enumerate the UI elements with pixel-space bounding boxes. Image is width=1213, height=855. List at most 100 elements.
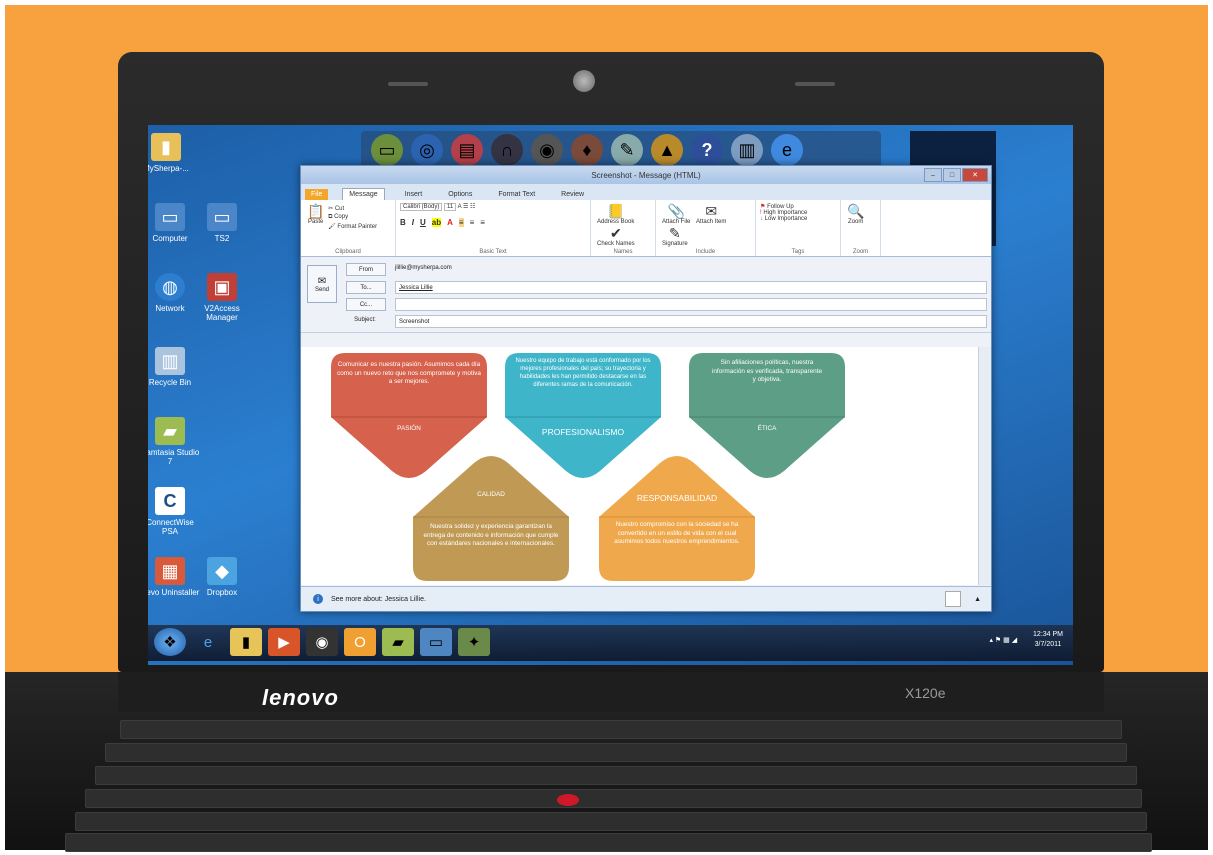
taskbar-remote-icon[interactable]: ▭ [420, 628, 452, 656]
desktop-icon-camtasia[interactable]: ▰Camtasia Studio 7 [148, 417, 200, 466]
bold-icon[interactable]: B [400, 218, 406, 227]
signature-button[interactable]: ✎ Signature [662, 225, 688, 247]
check-names-icon: ✔ [609, 225, 622, 241]
expand-pane-icon[interactable]: ▲ [974, 596, 981, 603]
key-row-6 [65, 833, 1152, 852]
close-button[interactable]: ✕ [962, 168, 988, 182]
clock-time[interactable]: 12:34 PM [1033, 630, 1063, 640]
taskbar-ie-icon[interactable]: e [192, 628, 224, 656]
maximize-button[interactable]: □ [943, 168, 961, 182]
include-group: 📎 Attach File ✉ Attach Item ✎ Signature Inc… [656, 200, 756, 256]
subject-field[interactable]: Screenshot [395, 315, 987, 328]
tab-message[interactable]: Message [342, 188, 385, 200]
highlight-icon[interactable]: ab [431, 218, 442, 227]
paperclip-icon: 📎 [667, 203, 685, 219]
address-book-button[interactable]: 📒 Address Book [597, 203, 634, 225]
calidad-text: Nuestra solidez y experiencia garantizan… [423, 523, 559, 548]
attach-file-button[interactable]: 📎 Attach File [662, 203, 690, 225]
font-color-icon[interactable]: A [447, 218, 453, 227]
taskbar-explorer-icon[interactable]: ▮ [230, 628, 262, 656]
to-button[interactable]: To... [346, 281, 386, 294]
dock-headphones-icon[interactable]: ∩ [491, 134, 523, 166]
low-importance-button[interactable]: ↓ Low Importance [760, 216, 836, 222]
dock-trash-icon[interactable]: ▥ [731, 134, 763, 166]
desktop-icon-dropbox[interactable]: ◆ Dropbox [192, 557, 252, 597]
cc-field[interactable] [395, 298, 987, 311]
align-right-icon[interactable]: ≡ [480, 218, 485, 227]
dock-lock-icon[interactable]: ▲ [651, 134, 683, 166]
paste-button[interactable]: 📋 Paste [307, 203, 324, 225]
desktop-icon-mysherpa[interactable]: ▮MySherpa-... [148, 133, 196, 173]
taskbar-app-icon[interactable]: ◉ [306, 628, 338, 656]
subject-label: Subject: [354, 317, 376, 323]
tab-review[interactable]: Review [555, 189, 590, 200]
dock-help-icon[interactable]: ? [691, 134, 723, 166]
brand-logo: lenovo [262, 685, 339, 710]
clock-date[interactable]: 3/7/2011 [1033, 640, 1063, 650]
taskbar-outlook-icon[interactable]: O [344, 628, 376, 656]
cc-button[interactable]: Cc... [346, 298, 386, 311]
message-body[interactable]: Comunicar es nuestra pasión. Asumimos ca… [301, 347, 979, 585]
send-icon: ✉ [317, 275, 327, 287]
taskbar-tools-icon[interactable]: ✦ [458, 628, 490, 656]
dock-pen-icon[interactable]: ✎ [611, 134, 643, 166]
start-button[interactable]: ❖ [154, 628, 186, 656]
underline-icon[interactable]: U [420, 218, 426, 227]
align-left-icon[interactable]: ≡ [458, 218, 464, 227]
computer-icon: ▭ [155, 203, 185, 231]
bullets-icon[interactable]: ☰ [463, 204, 468, 210]
dock-film-icon[interactable]: ◉ [531, 134, 563, 166]
launcher-dock: ▭ ◎ ▤ ∩ ◉ ♦ ✎ ▲ ? ▥ e [361, 131, 881, 169]
send-button[interactable]: ✉ Send [307, 265, 337, 303]
tab-file[interactable]: File [305, 189, 329, 200]
network-computer-icon: ▭ [207, 203, 237, 231]
tab-format-text[interactable]: Format Text [492, 189, 541, 200]
magnifier-icon: 🔍 [847, 203, 865, 219]
check-names-button[interactable]: ✔ Check Names [597, 225, 635, 247]
format-painter-button[interactable]: 🖌 Format Painter [328, 223, 377, 230]
from-button[interactable]: From [346, 263, 386, 276]
tab-options[interactable]: Options [442, 189, 478, 200]
zoom-group: 🔍 Zoom Zoom [841, 200, 881, 256]
copy-button[interactable]: ⧉ Copy [328, 214, 377, 221]
grow-font-icon[interactable]: A [458, 204, 462, 210]
align-center-icon[interactable]: ≡ [470, 218, 475, 227]
clipboard-caption: Clipboard [335, 249, 361, 255]
cut-button[interactable]: ✂ Cut [328, 205, 377, 212]
follow-up-button[interactable]: ⚑ Follow Up [760, 203, 836, 210]
taskbar-media-icon[interactable]: ▶ [268, 628, 300, 656]
desktop-icon-v2access[interactable]: ▣ V2Access Manager [192, 273, 252, 322]
basic-text-group: Calibri (Body) 11 A ☰ ☷ B I U ab A ≡ ≡ ≡… [396, 200, 591, 256]
zoom-button[interactable]: 🔍 Zoom [847, 203, 864, 225]
attach-item-button[interactable]: ✉ Attach Item [696, 203, 726, 225]
people-pane[interactable]: i See more about: Jessica Lillie. ▲ [301, 586, 991, 611]
webcam [573, 70, 595, 92]
profesionalismo-text: Nuestro equipo de trabajo está conformad… [515, 358, 651, 389]
dropbox-icon: ◆ [207, 557, 237, 585]
body-scrollbar[interactable] [978, 347, 991, 585]
to-field[interactable]: Jessica Lillie [395, 281, 987, 294]
tab-insert[interactable]: Insert [399, 189, 429, 200]
names-group: 📒 Address Book ✔ Check Names Names [591, 200, 656, 256]
minimize-button[interactable]: – [924, 168, 942, 182]
desktop-icon-connectwise[interactable]: C ConnectWise PSA [148, 487, 200, 536]
taskbar-camtasia-icon[interactable]: ▰ [382, 628, 414, 656]
numbering-icon[interactable]: ☷ [470, 204, 475, 210]
window-title: Screenshot - Message (HTML) [591, 170, 701, 180]
dock-ie-icon[interactable]: e [771, 134, 803, 166]
dock-games-icon[interactable]: ♦ [571, 134, 603, 166]
pasion-title: PASIÓN [397, 425, 421, 432]
desktop-icon-recycle-bin[interactable]: ▥ Recycle Bin [148, 347, 200, 387]
tray-icons[interactable]: ▴ ⚑ ▦ ◢ [989, 637, 1017, 644]
keyboard [60, 715, 1160, 852]
font-size-select[interactable]: 11 [444, 203, 457, 211]
basic-text-caption: Basic Text [479, 249, 507, 255]
dock-icon-1[interactable]: ▭ [371, 134, 403, 166]
people-pane-text: See more about: Jessica Lillie. [331, 595, 426, 603]
dock-books-icon[interactable]: ▤ [451, 134, 483, 166]
dock-globe-icon[interactable]: ◎ [411, 134, 443, 166]
italic-icon[interactable]: I [412, 218, 414, 227]
desktop-icon-ts2[interactable]: ▭ TS2 [192, 203, 252, 243]
ribbon-tabs: File Message Insert Options Format Text … [301, 184, 991, 200]
font-select[interactable]: Calibri (Body) [400, 203, 443, 211]
